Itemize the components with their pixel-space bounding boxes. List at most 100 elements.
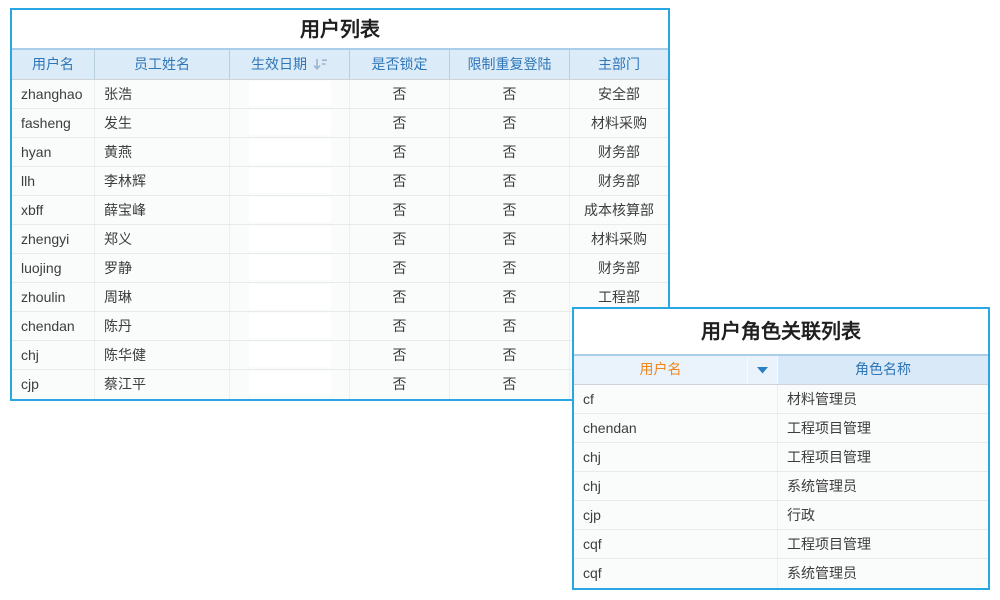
cell-role-name: 工程项目管理	[778, 530, 988, 558]
table-row[interactable]: cf 材料管理员	[574, 385, 988, 414]
table-row[interactable]: xbff 薛宝峰 否 否 成本核算部	[12, 196, 668, 225]
table-row[interactable]: llh 李林辉 否 否 财务部	[12, 167, 668, 196]
cell-role-name: 系统管理员	[778, 472, 988, 500]
date-input[interactable]	[249, 226, 331, 251]
cell-restrict-login: 否	[450, 312, 570, 340]
table-row[interactable]: cjp 行政	[574, 501, 988, 530]
table-row[interactable]: chj 陈华健 否 否	[12, 341, 668, 370]
cell-username: zhanghao	[12, 80, 95, 108]
table-row[interactable]: hyan 黄燕 否 否 财务部	[12, 138, 668, 167]
cell-role-name: 材料管理员	[778, 385, 988, 413]
column-header-username-filtered[interactable]: 用户名	[574, 356, 748, 384]
column-header-label: 生效日期	[251, 56, 307, 72]
cell-restrict-login: 否	[450, 283, 570, 311]
cell-is-locked: 否	[350, 196, 450, 224]
cell-username: xbff	[12, 196, 95, 224]
table-row[interactable]: cjp 蔡江平 否 否	[12, 370, 668, 399]
cell-effective-date	[230, 254, 350, 282]
cell-employee-name: 陈丹	[95, 312, 230, 340]
cell-username: fasheng	[12, 109, 95, 137]
cell-username: chendan	[574, 414, 778, 442]
cell-effective-date	[230, 138, 350, 166]
column-header-effective-date[interactable]: 生效日期	[230, 50, 350, 79]
table-row[interactable]: luojing 罗静 否 否 财务部	[12, 254, 668, 283]
cell-username: hyan	[12, 138, 95, 166]
cell-effective-date	[230, 283, 350, 311]
cell-is-locked: 否	[350, 341, 450, 369]
cell-restrict-login: 否	[450, 225, 570, 253]
user-list-title: 用户列表	[12, 10, 668, 48]
cell-username: zhoulin	[12, 283, 95, 311]
cell-department: 成本核算部	[570, 196, 668, 224]
cell-role-name: 系统管理员	[778, 559, 988, 588]
cell-restrict-login: 否	[450, 138, 570, 166]
table-row[interactable]: cqf 系统管理员	[574, 559, 988, 588]
cell-username: cqf	[574, 559, 778, 588]
date-input[interactable]	[249, 342, 331, 367]
table-row[interactable]: zhengyi 郑义 否 否 材料采购	[12, 225, 668, 254]
cell-restrict-login: 否	[450, 80, 570, 108]
table-row[interactable]: zhanghao 张浩 否 否 安全部	[12, 80, 668, 109]
chevron-down-icon	[757, 367, 768, 374]
cell-username: chj	[12, 341, 95, 369]
column-header-username[interactable]: 用户名	[12, 50, 95, 79]
date-input[interactable]	[249, 197, 331, 222]
cell-restrict-login: 否	[450, 167, 570, 195]
cell-effective-date	[230, 370, 350, 399]
column-header-role-name[interactable]: 角色名称	[778, 356, 988, 384]
cell-employee-name: 薛宝峰	[95, 196, 230, 224]
cell-is-locked: 否	[350, 312, 450, 340]
cell-department: 财务部	[570, 254, 668, 282]
cell-employee-name: 周琳	[95, 283, 230, 311]
cell-role-name: 行政	[778, 501, 988, 529]
cell-employee-name: 郑义	[95, 225, 230, 253]
cell-is-locked: 否	[350, 109, 450, 137]
date-input[interactable]	[249, 81, 331, 106]
sort-ascending-icon[interactable]	[313, 58, 328, 71]
date-input[interactable]	[249, 110, 331, 135]
table-row[interactable]: chendan 陈丹 否 否	[12, 312, 668, 341]
cell-username: cf	[574, 385, 778, 413]
column-header-is-locked[interactable]: 是否锁定	[350, 50, 450, 79]
date-input[interactable]	[249, 168, 331, 193]
column-header-restrict-duplicate-login[interactable]: 限制重复登陆	[450, 50, 570, 79]
cell-effective-date	[230, 312, 350, 340]
user-role-relation-title: 用户角色关联列表	[574, 309, 988, 354]
table-row[interactable]: chj 系统管理员	[574, 472, 988, 501]
cell-is-locked: 否	[350, 167, 450, 195]
cell-username: chendan	[12, 312, 95, 340]
cell-restrict-login: 否	[450, 370, 570, 399]
cell-username: cjp	[12, 370, 95, 399]
cell-employee-name: 黄燕	[95, 138, 230, 166]
cell-effective-date	[230, 109, 350, 137]
table-row[interactable]: cqf 工程项目管理	[574, 530, 988, 559]
date-input[interactable]	[249, 255, 331, 280]
table-row[interactable]: chendan 工程项目管理	[574, 414, 988, 443]
user-list-header-row: 用户名 员工姓名 生效日期 是否锁定 限制重复登陆 主部门	[12, 48, 668, 80]
cell-employee-name: 李林辉	[95, 167, 230, 195]
filter-dropdown-button[interactable]	[748, 356, 778, 384]
cell-username: luojing	[12, 254, 95, 282]
cell-department: 安全部	[570, 80, 668, 108]
user-role-relation-panel: 用户角色关联列表 用户名 角色名称 cf 材料管理员 chendan 工程项目管…	[572, 307, 990, 590]
cell-restrict-login: 否	[450, 109, 570, 137]
cell-username: cjp	[574, 501, 778, 529]
cell-effective-date	[230, 80, 350, 108]
cell-restrict-login: 否	[450, 196, 570, 224]
table-row[interactable]: fasheng 发生 否 否 材料采购	[12, 109, 668, 138]
table-row[interactable]: zhoulin 周琳 否 否 工程部	[12, 283, 668, 312]
cell-effective-date	[230, 341, 350, 369]
table-row[interactable]: chj 工程项目管理	[574, 443, 988, 472]
cell-is-locked: 否	[350, 283, 450, 311]
date-input[interactable]	[249, 284, 331, 309]
cell-username: cqf	[574, 530, 778, 558]
cell-is-locked: 否	[350, 370, 450, 399]
date-input[interactable]	[249, 313, 331, 338]
cell-is-locked: 否	[350, 225, 450, 253]
date-input[interactable]	[249, 139, 331, 164]
date-input[interactable]	[249, 371, 331, 396]
column-header-employee-name[interactable]: 员工姓名	[95, 50, 230, 79]
column-header-main-department[interactable]: 主部门	[570, 50, 668, 79]
cell-department: 材料采购	[570, 225, 668, 253]
cell-username: chj	[574, 472, 778, 500]
